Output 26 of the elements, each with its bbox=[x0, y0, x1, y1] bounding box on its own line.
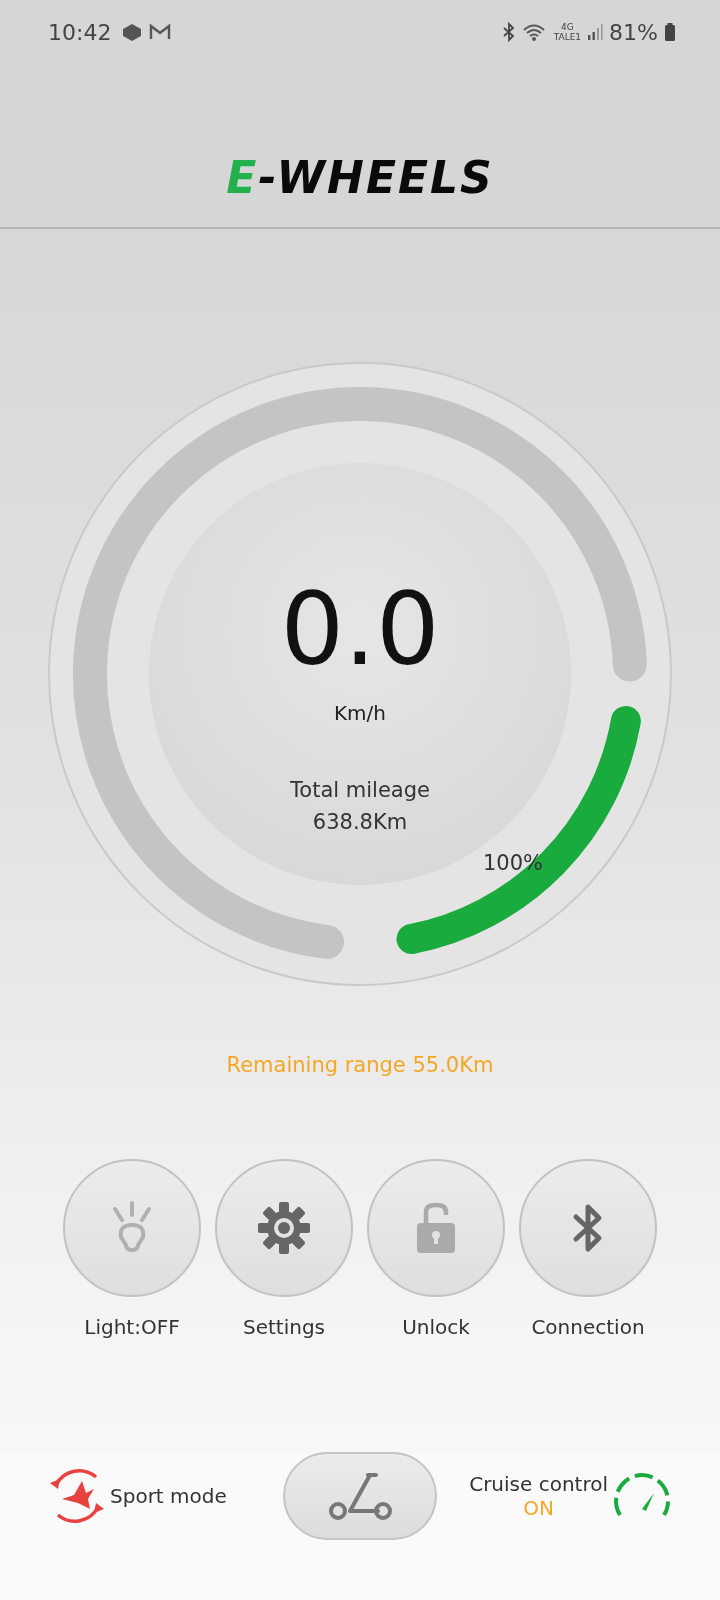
signal-icon bbox=[587, 23, 604, 41]
speed-value: 0.0 bbox=[279, 575, 441, 686]
mail-icon bbox=[149, 23, 172, 41]
cruise-control-label[interactable]: Cruise control bbox=[469, 1472, 608, 1496]
carrier-label: TALE1 bbox=[553, 32, 582, 42]
battery-percent: 81% bbox=[609, 19, 658, 45]
bluetooth-icon bbox=[501, 22, 516, 42]
remaining-range: Remaining range 55.0Km bbox=[225, 1053, 495, 1077]
sport-mode-label[interactable]: Sport mode bbox=[110, 1484, 227, 1508]
cruise-status: ON bbox=[523, 1496, 554, 1520]
network-type: 4G bbox=[561, 22, 574, 32]
scooter-icon bbox=[328, 1471, 392, 1521]
mileage-value: 638.8Km bbox=[311, 810, 409, 835]
mileage-label: Total mileage bbox=[289, 778, 431, 803]
app-logo: E-WHEELS bbox=[226, 152, 494, 203]
control-label: Light:OFF bbox=[84, 1315, 180, 1339]
control-label: Settings bbox=[243, 1315, 325, 1339]
bluetooth-icon bbox=[572, 1202, 604, 1254]
status-time: 10:42 bbox=[48, 19, 112, 45]
speed-unit: Km/h bbox=[333, 701, 387, 726]
open-padlock-icon bbox=[416, 1202, 456, 1254]
battery-icon bbox=[664, 22, 676, 42]
control-label: Connection bbox=[531, 1315, 645, 1339]
settings-icon bbox=[257, 1201, 311, 1255]
control-label: Unlock bbox=[402, 1315, 470, 1339]
notification-icon bbox=[121, 22, 144, 42]
